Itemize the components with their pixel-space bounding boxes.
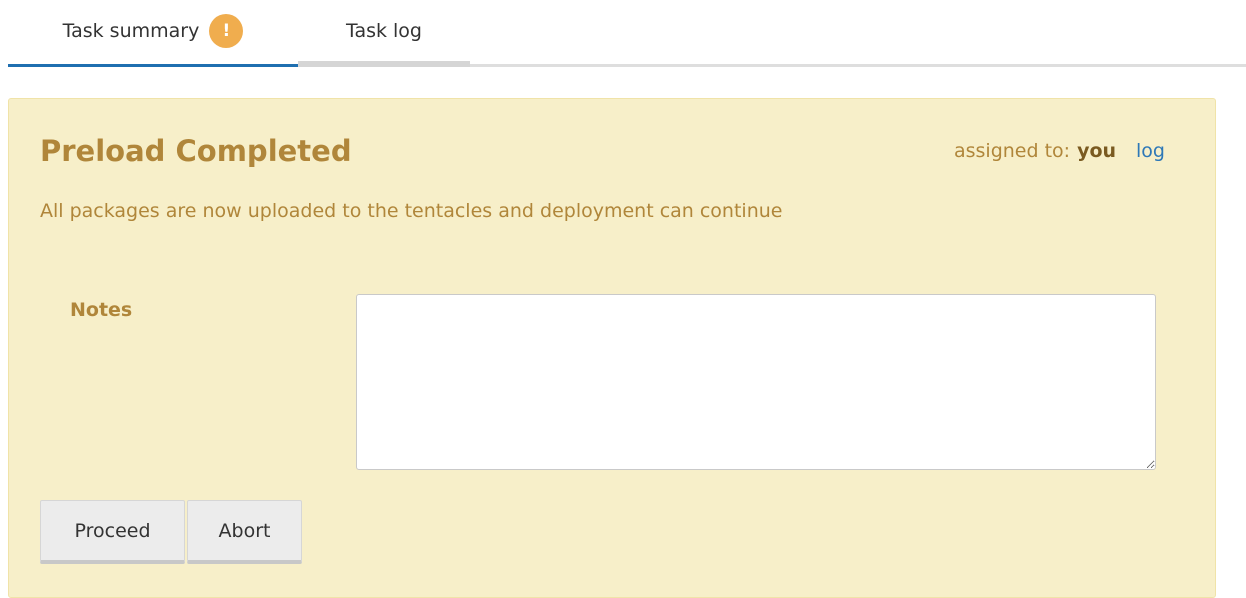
notes-label: Notes [70, 299, 133, 321]
panel-description: All packages are now uploaded to the ten… [40, 200, 783, 222]
notes-field[interactable] [356, 294, 1156, 470]
warning-icon: ! [209, 14, 244, 48]
assigned-info: assigned to: you log [954, 140, 1165, 162]
proceed-button[interactable]: Proceed [40, 500, 185, 564]
assigned-user: you [1077, 140, 1117, 162]
abort-button[interactable]: Abort [187, 500, 302, 564]
panel-title: Preload Completed [40, 134, 352, 168]
assigned-prefix: assigned to: [953, 140, 1071, 162]
tab-task-log-label: Task log [345, 20, 422, 42]
tab-task-summary-label: Task summary [62, 20, 200, 42]
tab-task-summary[interactable]: Task summary ! [8, 0, 298, 68]
interruption-panel: Preload Completed assigned to: you log A… [8, 98, 1216, 598]
log-link[interactable]: log [1136, 140, 1165, 162]
task-tabs: Task summary ! Task log [8, 0, 1246, 68]
tab-task-log[interactable]: Task log [298, 0, 470, 68]
